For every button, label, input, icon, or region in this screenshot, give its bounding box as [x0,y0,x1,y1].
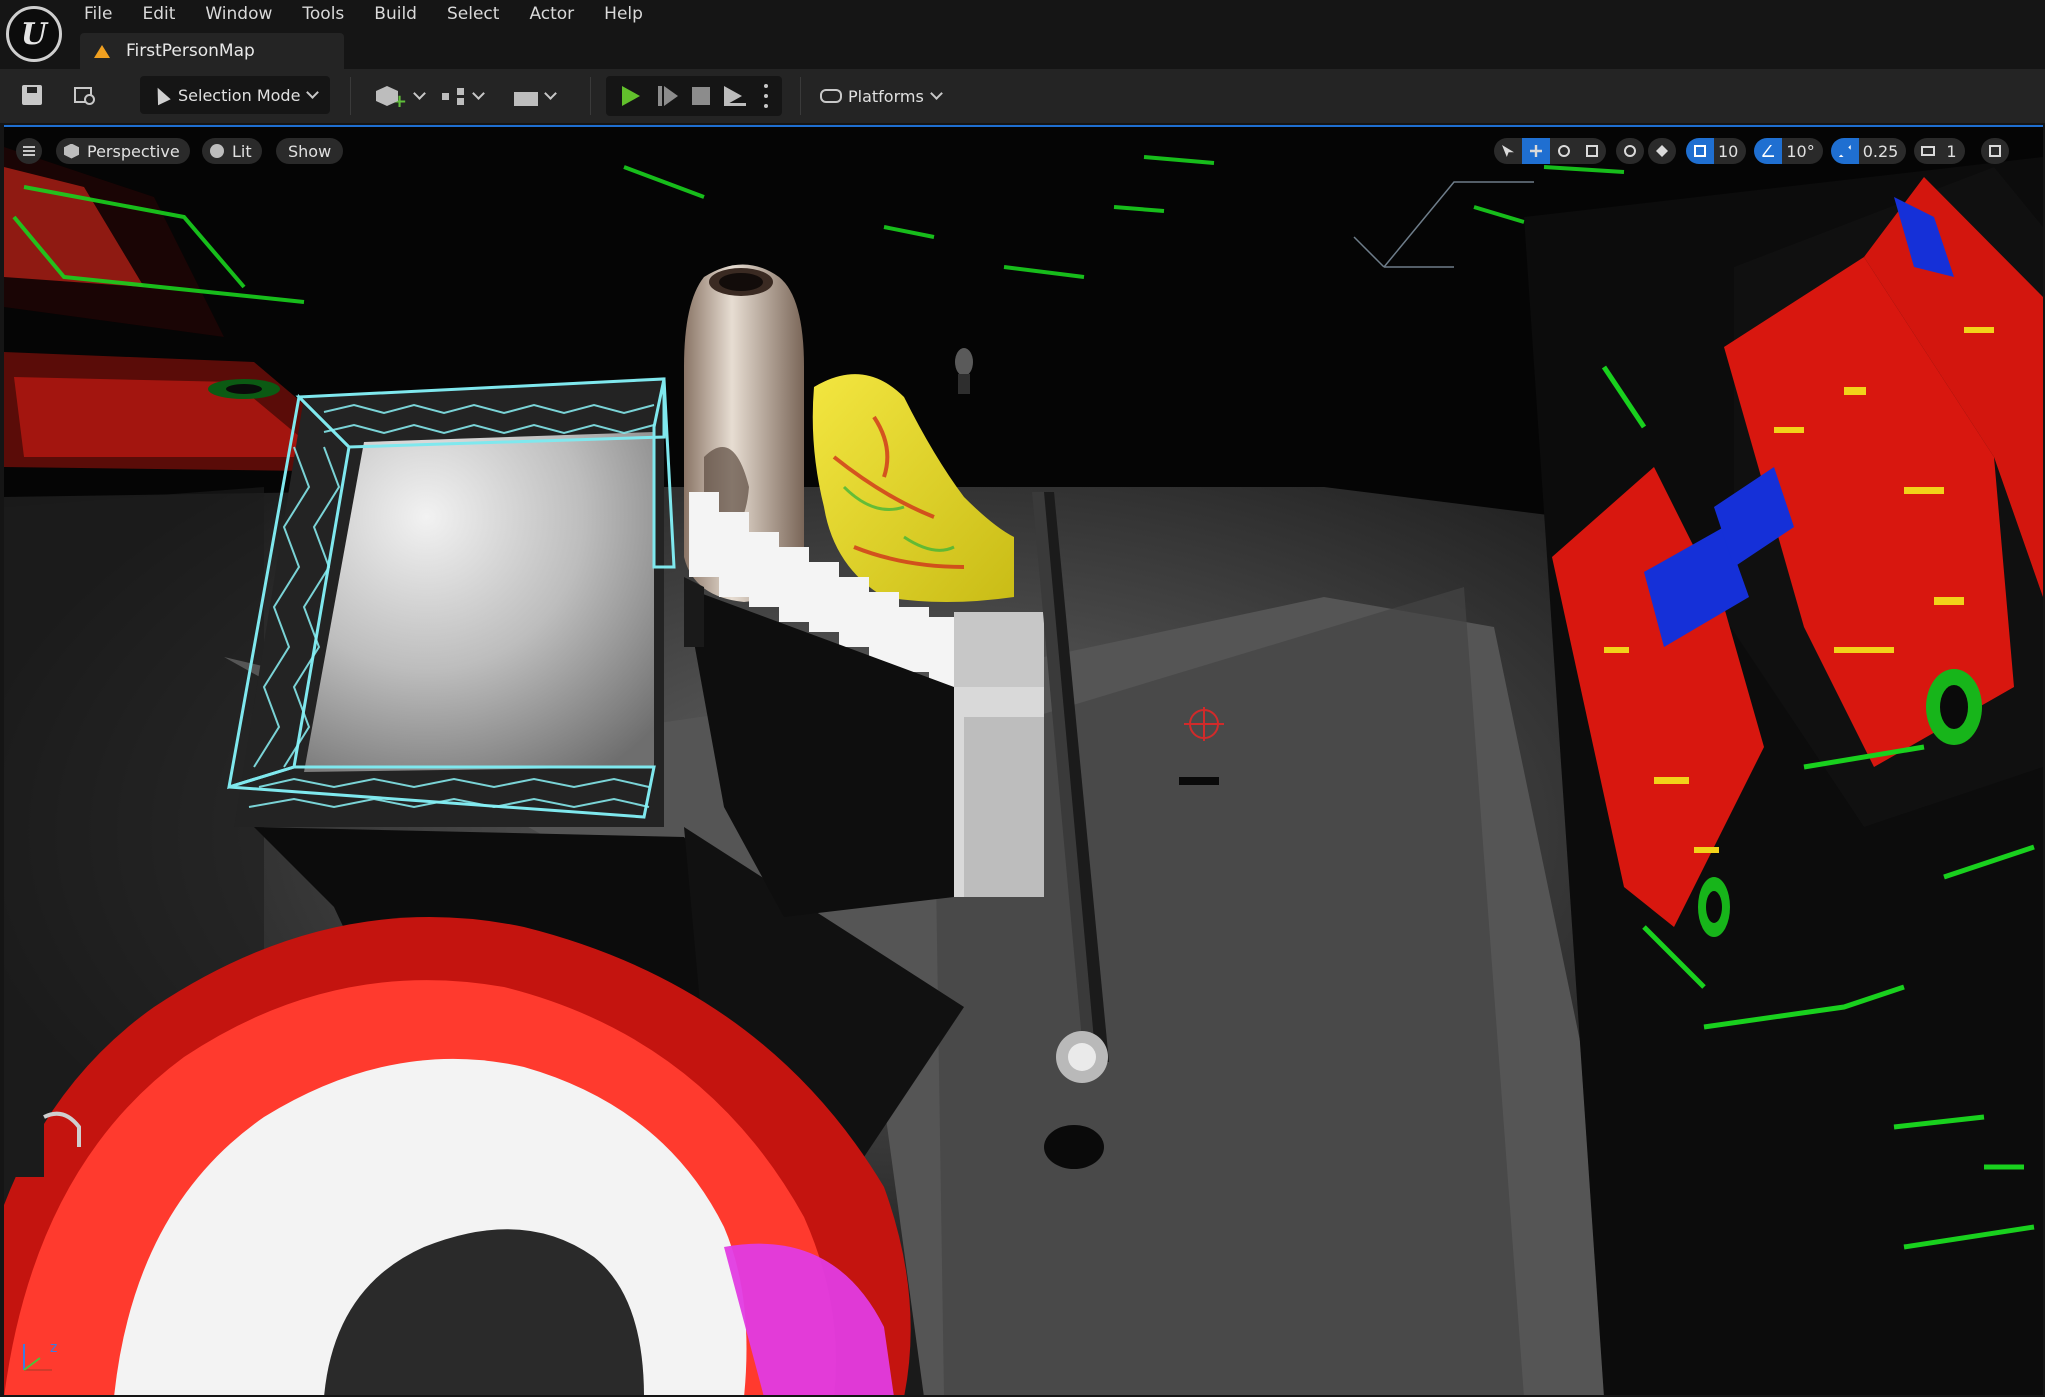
surface-snap-button[interactable] [1648,138,1676,164]
show-dropdown[interactable]: Show [276,138,344,164]
scene-render[interactable] [4,127,2043,1395]
axis-z-label: z [50,1340,57,1356]
blueprint-icon [442,88,466,105]
camera-speed-button[interactable] [1914,138,1943,164]
rotation-snap-value[interactable]: 10° [1782,138,1823,164]
grid-icon [1694,145,1706,157]
step-icon[interactable] [658,86,678,106]
perspective-dropdown[interactable]: Perspective [56,138,190,164]
toolbar-divider [590,77,591,115]
warning-icon [94,44,110,58]
selection-mode-dropdown[interactable]: Selection Mode [140,76,330,114]
surface-snap-icon [1656,145,1668,157]
eject-icon[interactable] [724,86,746,106]
layout-icon [1988,145,2001,157]
menu-select[interactable]: Select [447,0,499,30]
scale-tool-button[interactable] [1578,138,1606,164]
selection-mode-label: Selection Mode [178,85,301,105]
main-menu: File Edit Window Tools Build Select Acto… [84,0,673,30]
chevron-down-icon [544,87,557,100]
platforms-label: Platforms [848,86,924,106]
rotate-icon [1558,145,1570,157]
angle-icon [1762,145,1775,157]
scale-snap-toggle[interactable] [1830,138,1859,164]
toolbar-divider [350,77,351,115]
move-icon [1530,145,1542,157]
perspective-label: Perspective [87,141,180,161]
menu-help[interactable]: Help [604,0,643,30]
select-arrow-icon [1502,145,1514,157]
menu-edit[interactable]: Edit [142,0,175,30]
world-local-toggle[interactable] [1616,138,1644,164]
camera-speed-value[interactable]: 1 [1942,138,1965,164]
more-options-icon[interactable] [764,84,768,108]
chevron-down-icon [929,87,943,100]
chevron-down-icon [472,87,485,100]
menu-build[interactable]: Build [374,0,417,30]
viewport-transform-toolbar: 10 10° 0.25 1 [1494,138,2013,164]
platforms-dropdown[interactable]: Platforms [820,82,943,110]
stop-icon[interactable] [692,87,710,105]
menu-bar: U File Edit Window Tools Build Select Ac… [0,0,2045,69]
camera-icon [1921,146,1936,156]
globe-icon [1624,145,1636,157]
menu-window[interactable]: Window [205,0,272,30]
menu-file[interactable]: File [84,0,112,30]
content-browser-icon[interactable] [72,83,98,109]
scale-snap-value[interactable]: 0.25 [1858,138,1907,164]
hamburger-icon [23,146,35,156]
tab-firstpersonmap[interactable]: FirstPersonMap [80,33,344,69]
toolbar-divider [800,77,801,115]
chevron-down-icon [413,87,426,100]
lit-dropdown[interactable]: Lit [202,138,262,164]
axis-indicator-icon: z [23,1340,57,1371]
translate-tool-button[interactable] [1522,138,1550,164]
cinematics-icon [514,92,538,106]
viewport-options-button[interactable] [16,138,42,164]
cursor-icon [151,84,171,106]
blueprint-button[interactable] [442,82,485,110]
rotate-tool-button[interactable] [1550,138,1578,164]
level-viewport[interactable]: Perspective Lit Show 10 10° 0.25 1 z [4,125,2043,1395]
add-actor-button[interactable]: + [376,82,426,112]
menu-actor[interactable]: Actor [529,0,574,30]
play-icon[interactable] [622,86,640,106]
menu-tools[interactable]: Tools [302,0,344,30]
perspective-cube-icon [64,143,79,159]
rotation-snap-toggle[interactable] [1754,138,1783,164]
play-controls [606,76,782,116]
viewport-layout-button[interactable] [1980,138,2009,164]
grid-snap-toggle[interactable] [1686,138,1714,164]
show-label: Show [288,141,332,161]
main-toolbar: Selection Mode + Platforms [0,69,2045,123]
chevron-down-icon [306,86,320,99]
grid-snap-value[interactable]: 10 [1714,138,1747,164]
tab-label: FirstPersonMap [126,41,255,61]
lit-label: Lit [232,141,252,161]
lit-sphere-icon [210,144,224,158]
save-icon[interactable] [20,83,46,109]
select-tool-button[interactable] [1494,138,1522,164]
scale-arrow-icon [1838,145,1851,157]
scale-icon [1586,145,1598,157]
gamepad-icon [820,89,842,103]
unreal-logo-icon[interactable]: U [6,6,62,62]
cinematics-button[interactable] [514,82,557,110]
